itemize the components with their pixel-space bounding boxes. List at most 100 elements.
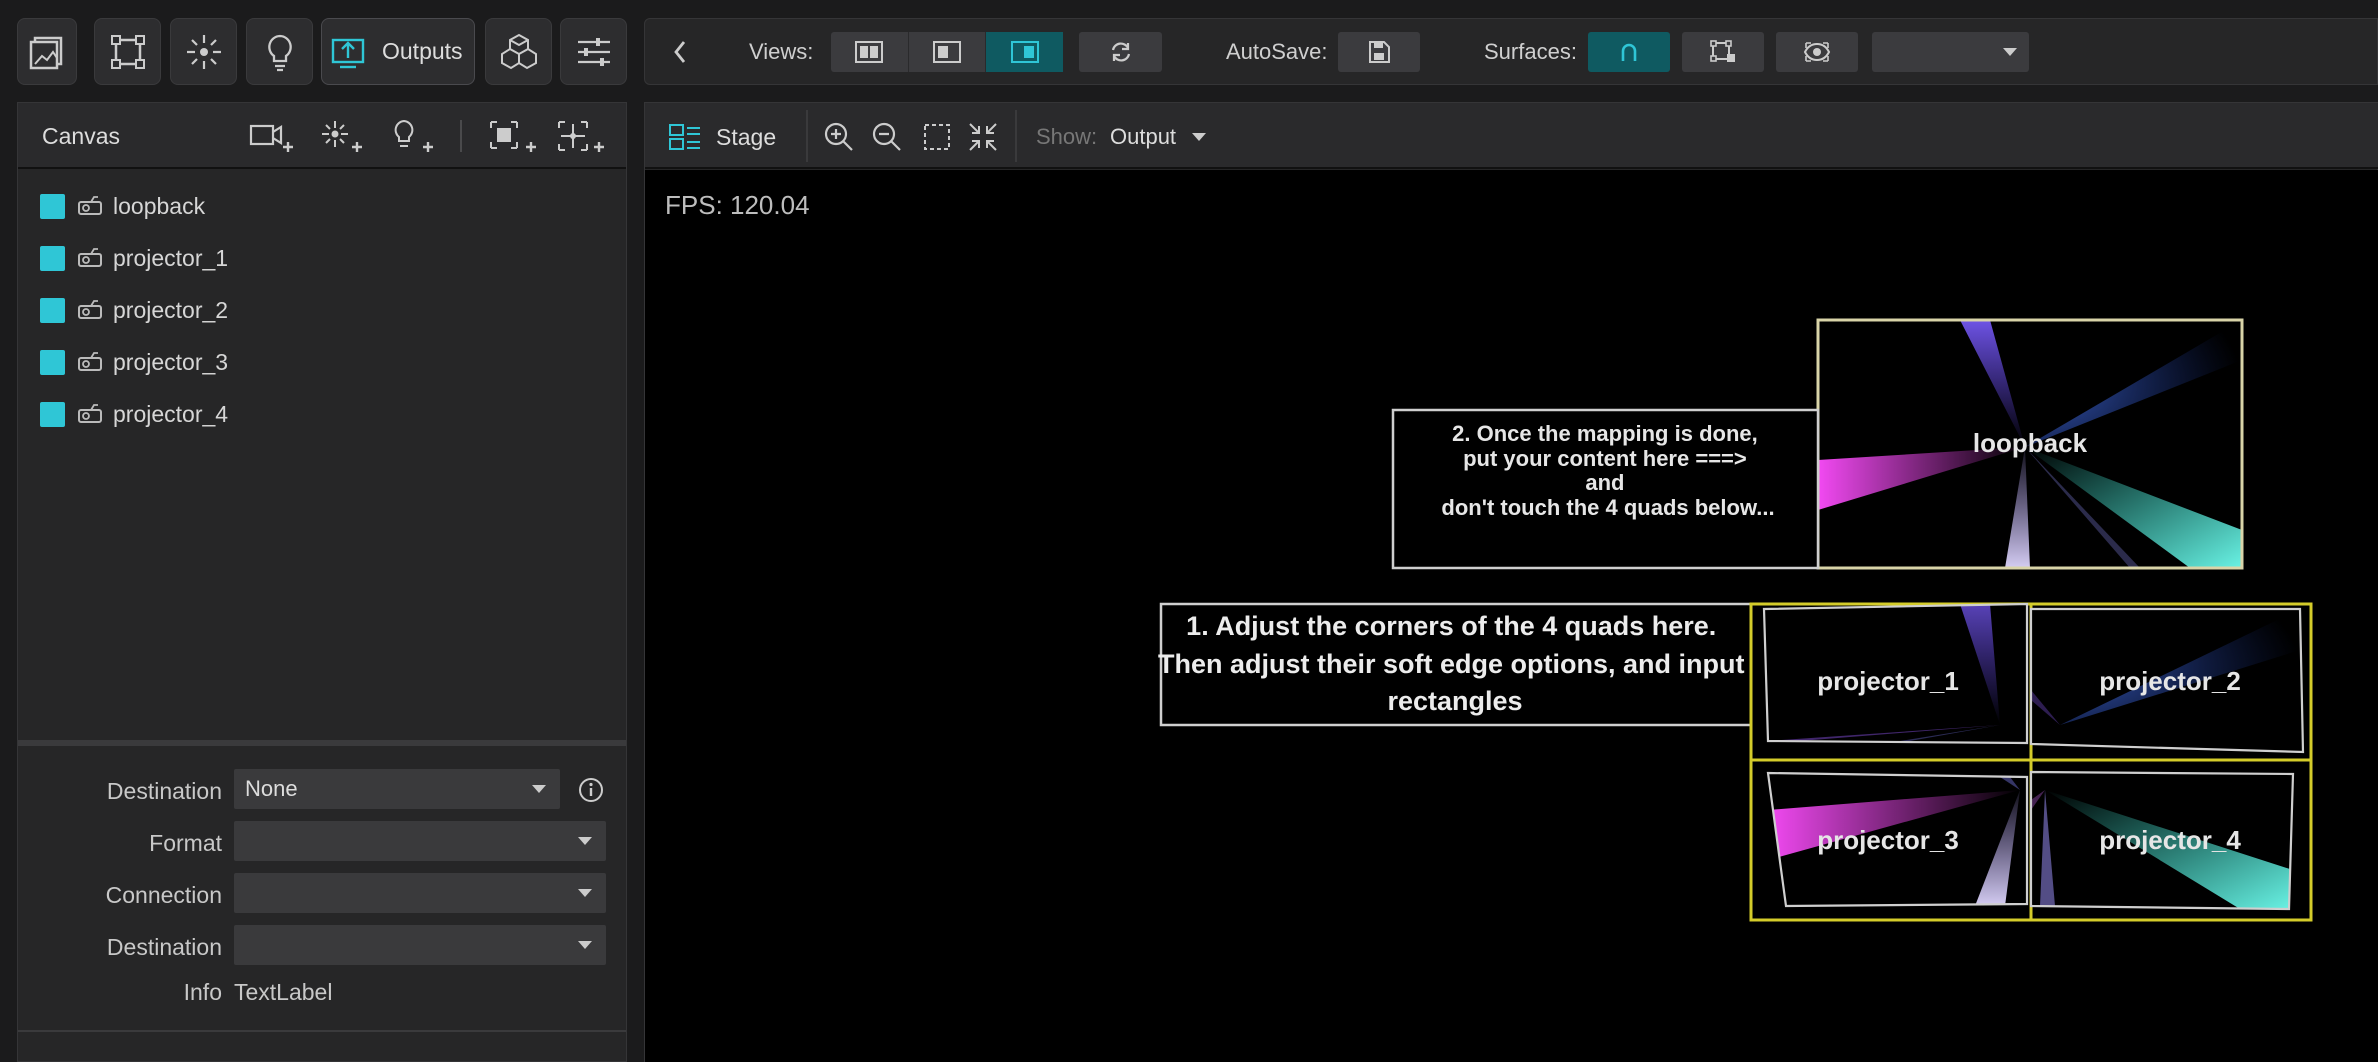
destination-label: Destination [106, 778, 222, 804]
stage-tab-label: Stage [716, 123, 777, 150]
destination2-select[interactable] [234, 925, 606, 965]
outputs-button[interactable]: Outputs [321, 18, 475, 85]
connection-label: Connection [105, 882, 222, 908]
list-item-projector-1[interactable]: projector_1 [40, 238, 228, 278]
gallery-button[interactable] [17, 18, 77, 85]
light-rays-button[interactable] [170, 18, 237, 85]
add-bulb-icon [394, 119, 433, 152]
list-item-projector-2[interactable]: projector_2 [40, 290, 228, 330]
fit-button[interactable] [966, 120, 1000, 154]
connection-select[interactable] [234, 873, 606, 913]
bulb-button[interactable] [246, 18, 313, 85]
tab-stage[interactable]: Stage [668, 120, 808, 154]
stage-icon [669, 124, 700, 150]
color-swatch[interactable] [40, 297, 65, 323]
stage-canvas: loopback 2. Once the mapping is done, pu… [1158, 318, 2313, 922]
projector-3-label: projector_3 [1817, 825, 1959, 855]
sync-button[interactable] [1079, 32, 1162, 72]
view-right-button[interactable] [986, 32, 1064, 72]
panel-splitter[interactable] [18, 740, 626, 746]
magnet-icon [1621, 43, 1637, 61]
sliders-icon [577, 37, 610, 66]
list-item-label: projector_3 [113, 348, 229, 375]
add-bulb-button[interactable] [388, 118, 436, 154]
cubes-icon [500, 33, 537, 69]
view-split-icon [855, 41, 884, 63]
surfaces-magnet-button[interactable] [1588, 32, 1670, 72]
color-swatch[interactable] [40, 245, 65, 271]
projector-2-label: projector_2 [2099, 666, 2241, 696]
stage-header [645, 103, 2378, 169]
projector-icon [78, 196, 102, 215]
zoom-in-button[interactable] [822, 120, 856, 154]
zoom-out-icon [872, 122, 901, 151]
divider [18, 1030, 626, 1032]
surface-lock-icon [1710, 40, 1735, 62]
toolbar-divider [460, 120, 462, 152]
projector-icon [78, 300, 102, 319]
add-surface-button[interactable] [487, 118, 539, 154]
add-camera-icon [249, 124, 293, 152]
note-2: 2. Once the mapping is done, put your co… [1441, 421, 1774, 520]
info-value: TextLabel [234, 979, 333, 1005]
zoom-selection-button[interactable] [920, 120, 954, 154]
view-left-icon [933, 41, 961, 63]
chevron-down-icon [1192, 133, 1207, 141]
collapse-chevron-icon[interactable] [668, 36, 692, 68]
info-label: Info [183, 979, 222, 1005]
eye-icon [1803, 42, 1831, 62]
view-left-button[interactable] [909, 32, 987, 72]
view-right-icon [1010, 41, 1039, 63]
list-item-projector-3[interactable]: projector_3 [40, 342, 228, 382]
color-swatch[interactable] [40, 193, 65, 219]
destination2-label: Destination [106, 934, 222, 960]
add-surface-icon [490, 121, 536, 152]
selection-icon [924, 124, 950, 150]
views-segment [831, 32, 1064, 72]
add-grid-icon [558, 121, 604, 152]
format-select[interactable] [234, 821, 606, 861]
outputs-label: Outputs [382, 38, 463, 64]
list-item-label: projector_1 [113, 244, 229, 271]
add-light-button[interactable] [317, 118, 365, 154]
save-icon [1369, 41, 1390, 63]
projector-1-label: projector_1 [1817, 666, 1959, 696]
surfaces-dropdown[interactable] [1872, 32, 2029, 72]
add-camera-button[interactable] [248, 118, 296, 154]
projector-icon [78, 352, 102, 371]
projector-icon [78, 404, 102, 423]
divider [806, 110, 808, 162]
projector-icon [78, 248, 102, 267]
list-item-loopback[interactable]: loopback [40, 186, 205, 226]
fit-icon [969, 123, 997, 151]
sync-icon [1111, 42, 1130, 62]
sliders-button[interactable] [560, 18, 627, 85]
show-value: Output [1110, 124, 1177, 149]
light-rays-icon [186, 34, 221, 69]
format-label: Format [149, 830, 222, 856]
surface-button[interactable] [94, 18, 161, 85]
surfaces-visibility-button[interactable] [1776, 32, 1858, 72]
show-label: Show: [1036, 124, 1098, 149]
list-item-projector-4[interactable]: projector_4 [40, 394, 228, 434]
views-label: Views: [749, 39, 814, 64]
color-swatch[interactable] [40, 349, 65, 375]
outputs-icon [331, 38, 365, 68]
autosave-button[interactable] [1338, 32, 1420, 72]
view-split-button[interactable] [831, 32, 909, 72]
info-icon[interactable] [578, 777, 604, 803]
divider [1015, 110, 1017, 162]
cubes-button[interactable] [485, 18, 552, 85]
add-grid-button[interactable] [555, 118, 607, 154]
destination-select[interactable]: None [234, 769, 560, 809]
gallery-icon [29, 36, 63, 69]
show-dropdown[interactable]: Output [1110, 120, 1220, 154]
list-item-label: projector_2 [113, 296, 229, 323]
zoom-out-button[interactable] [870, 120, 904, 154]
list-item-label: loopback [113, 192, 206, 219]
surfaces-lock-button[interactable] [1682, 32, 1764, 72]
surfaces-label: Surfaces: [1484, 39, 1577, 64]
projector-4-label: projector_4 [2099, 825, 2241, 855]
color-swatch[interactable] [40, 401, 65, 427]
zoom-in-icon [824, 122, 853, 151]
